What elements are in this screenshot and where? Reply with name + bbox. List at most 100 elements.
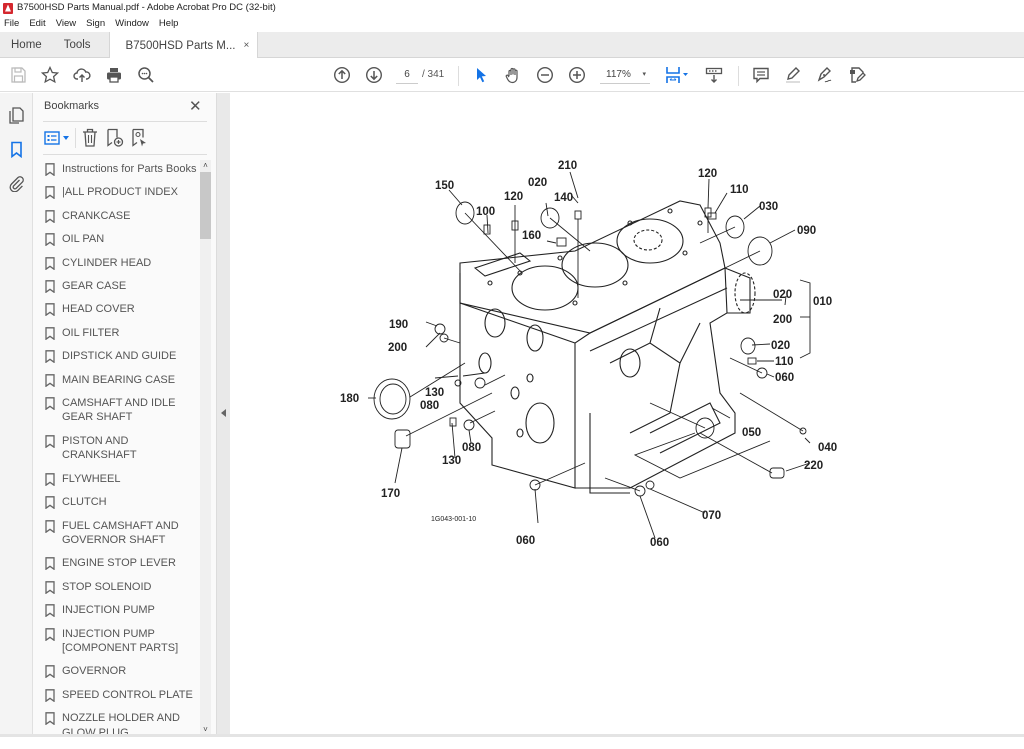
previous-page-button[interactable] <box>333 66 351 84</box>
scroll-mode-button[interactable] <box>705 66 723 84</box>
collapse-panel-arrow-icon[interactable] <box>221 409 226 417</box>
menu-view[interactable]: View <box>56 16 76 32</box>
bookmark-options-icon[interactable] <box>44 131 60 145</box>
bookmark-icon <box>45 280 55 294</box>
bookmark-label: GOVERNOR <box>62 665 127 678</box>
menu-edit[interactable]: Edit <box>29 16 45 32</box>
search-icon <box>138 67 154 83</box>
bookmarks-panel-title: Bookmarks <box>44 100 100 112</box>
bookmark-item[interactable]: HEAD COVER <box>45 302 200 317</box>
document-view[interactable]: 210 150 020 140 120 100 160 120 110 030 … <box>230 93 1024 737</box>
callout-200: 200 <box>388 342 407 354</box>
callout-090: 090 <box>797 225 816 237</box>
bookmarks-panel-icon[interactable] <box>8 141 25 158</box>
bookmark-star-button[interactable] <box>41 66 59 84</box>
menu-help[interactable]: Help <box>159 16 179 32</box>
find-button[interactable] <box>137 66 155 84</box>
page-number-input[interactable]: 6 <box>396 66 418 84</box>
bookmark-icon <box>45 303 55 317</box>
cursor-arrow-icon <box>477 68 486 83</box>
bookmark-item[interactable]: ENGINE STOP LEVER <box>45 556 200 571</box>
bookmark-item[interactable]: OIL PAN <box>45 232 200 247</box>
bookmark-icon <box>45 186 55 200</box>
next-page-button[interactable] <box>365 66 383 84</box>
comment-button[interactable] <box>752 66 770 84</box>
bookmark-item[interactable]: FLYWHEEL <box>45 472 200 486</box>
tab-home[interactable]: Home <box>0 32 53 58</box>
tab-close-icon[interactable]: × <box>243 33 249 59</box>
tab-tools[interactable]: Tools <box>53 32 102 58</box>
bookmark-icon <box>45 397 55 411</box>
bookmark-item[interactable]: CRANKCASE <box>45 209 200 223</box>
bookmark-icon <box>45 604 55 618</box>
save-button[interactable] <box>9 66 27 84</box>
attachments-paperclip-icon[interactable] <box>8 175 25 192</box>
select-tool-button[interactable] <box>472 66 490 84</box>
bookmark-item[interactable]: SPEED CONTROL PLATE <box>45 688 200 702</box>
bookmark-item[interactable]: |ALL PRODUCT INDEX <box>45 185 200 200</box>
crankcase-block-drawing <box>459 200 756 494</box>
close-panel-icon[interactable]: ✕ <box>189 97 202 115</box>
bookmarks-scrollbar[interactable]: ˄ ˅ <box>200 160 211 735</box>
cloud-upload-icon <box>73 68 91 82</box>
bookmark-label: INJECTION PUMP <box>62 604 155 617</box>
bookmark-label: PISTON AND CRANKSHAFT <box>62 434 137 462</box>
bookmark-icon <box>45 163 55 176</box>
bookmark-item[interactable]: Instructions for Parts Books <box>45 162 200 176</box>
page-thumbnails-icon[interactable] <box>8 107 25 124</box>
bookmarks-list: Instructions for Parts Books |ALL PRODUCT… <box>45 162 200 749</box>
callout-220: 220 <box>804 460 823 472</box>
hand-icon <box>505 67 518 84</box>
menu-file[interactable]: File <box>4 16 19 32</box>
bookmark-item[interactable]: STOP SOLENOID <box>45 580 200 594</box>
export-edit-button[interactable] <box>848 66 866 84</box>
bookmark-item[interactable]: FUEL CAMSHAFT AND GOVERNOR SHAFT <box>45 519 200 548</box>
arrow-up-circle-icon <box>333 66 351 84</box>
bookmark-item[interactable]: CAMSHAFT AND IDLE GEAR SHAFT <box>45 396 200 425</box>
callout-130: 130 <box>425 387 444 399</box>
page-total: / 341 <box>422 69 445 80</box>
callout-200: 200 <box>773 314 792 326</box>
bookmark-item[interactable]: DIPSTICK AND GUIDE <box>45 349 200 364</box>
bookmarks-panel: Bookmarks ✕ Instructions for Parts Books… <box>33 93 216 739</box>
find-current-bookmark-icon[interactable] <box>131 128 149 148</box>
bookmark-item[interactable]: PISTON AND CRANKSHAFT <box>45 434 200 463</box>
callout-120: 120 <box>698 168 717 180</box>
tab-document[interactable]: B7500HSD Parts M... × <box>108 32 259 59</box>
zoom-level-select[interactable]: 117% ▾ <box>600 66 650 84</box>
menu-bar: File Edit View Sign Window Help <box>0 16 1024 32</box>
highlight-button[interactable] <box>784 66 802 84</box>
bookmark-item[interactable]: OIL FILTER <box>45 326 200 340</box>
zoom-out-button[interactable] <box>536 66 554 84</box>
page-fit-button[interactable] <box>664 66 690 84</box>
print-button[interactable] <box>105 66 123 84</box>
bookmark-item[interactable]: INJECTION PUMP <box>45 603 200 618</box>
menu-window[interactable]: Window <box>115 16 149 32</box>
bookmark-label: CRANKCASE <box>62 209 131 222</box>
bookmark-label: INJECTION PUMP [COMPONENT PARTS] <box>62 627 179 654</box>
callout-140: 140 <box>554 192 573 204</box>
bookmark-item[interactable]: GOVERNOR <box>45 664 200 679</box>
bookmark-item[interactable]: GEAR CASE <box>45 279 200 294</box>
trash-delete-icon[interactable] <box>82 128 98 147</box>
bookmark-item[interactable]: MAIN BEARING CASE <box>45 373 200 387</box>
bookmark-icon <box>45 435 55 448</box>
upload-button[interactable] <box>73 66 91 84</box>
callout-050: 050 <box>742 427 761 439</box>
bookmark-item[interactable]: CLUTCH <box>45 495 200 510</box>
menu-sign[interactable]: Sign <box>86 16 105 32</box>
callout-110: 110 <box>730 184 749 196</box>
panel-splitter[interactable] <box>216 93 230 737</box>
scroll-up-arrow[interactable]: ˄ <box>200 160 211 171</box>
zoom-in-button[interactable] <box>568 66 586 84</box>
chevron-down-icon[interactable] <box>63 136 69 140</box>
hand-tool-button[interactable] <box>504 66 522 84</box>
bookmark-item[interactable]: CYLINDER HEAD <box>45 256 200 270</box>
document-edit-icon <box>850 67 866 83</box>
add-bookmark-icon[interactable] <box>106 128 124 148</box>
callout-170: 170 <box>381 488 400 500</box>
fill-sign-button[interactable] <box>816 66 834 84</box>
bookmark-label: DIPSTICK AND GUIDE <box>62 350 177 363</box>
scrollbar-thumb[interactable] <box>200 172 211 239</box>
bookmark-item[interactable]: INJECTION PUMP [COMPONENT PARTS] <box>45 627 200 656</box>
